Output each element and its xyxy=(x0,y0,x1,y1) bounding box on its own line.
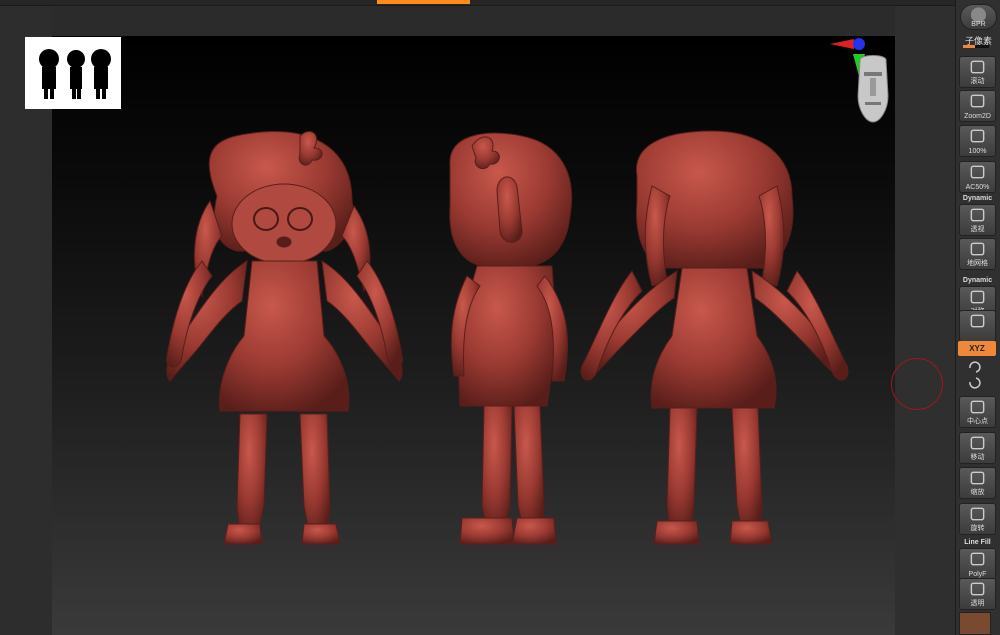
floor-label: 地网格 xyxy=(967,260,988,267)
perspective-button[interactable]: 透视 xyxy=(959,204,996,236)
lock-button[interactable] xyxy=(959,310,996,342)
sculpt-render xyxy=(166,38,889,545)
right-tray xyxy=(895,6,955,635)
center-label: 中心点 xyxy=(967,418,988,425)
polyf-label: PolyF xyxy=(968,571,987,578)
zoom2d-button[interactable]: Zoom2D xyxy=(959,90,996,122)
lock-icon xyxy=(970,314,985,328)
zoom100-icon xyxy=(970,129,985,143)
xyz-label: XYZ xyxy=(969,344,985,353)
top-menu-strip xyxy=(0,0,955,6)
transparent-label: 透明 xyxy=(970,600,985,607)
perspective-icon xyxy=(970,208,985,222)
canvas-viewport[interactable] xyxy=(52,36,895,635)
brush-cursor xyxy=(891,358,943,410)
zoom100-button[interactable]: 100% xyxy=(959,125,996,157)
center-icon xyxy=(970,400,985,414)
transparent-button[interactable]: 透明 xyxy=(959,578,996,610)
shelf-heading-symmetry: Dynamic xyxy=(962,277,993,284)
model-front-view xyxy=(166,131,403,545)
ac50-button[interactable]: AC50% xyxy=(959,161,996,193)
scroll-button[interactable]: 滚动 xyxy=(959,56,996,88)
polyf-button[interactable]: PolyF xyxy=(959,548,996,580)
zbrush-window: BPR 子像素 滚动 Zoom2D 100% AC50% Dynamic 透视 地网格 Dyn… xyxy=(0,0,1000,635)
shelf-heading-polyf: Line Fill xyxy=(964,539,991,546)
transparent-icon xyxy=(970,582,985,596)
scale-label: 缩放 xyxy=(970,489,985,496)
zoom2d-label: Zoom2D xyxy=(964,113,991,120)
rotate-y-icon[interactable] xyxy=(966,360,984,374)
ac50-label: AC50% xyxy=(965,184,990,191)
bpr-button[interactable]: BPR xyxy=(960,4,997,30)
move-icon xyxy=(970,436,985,450)
center-button[interactable]: 中心点 xyxy=(959,396,996,428)
rotate-label: 旋转 xyxy=(970,525,985,532)
scale-button[interactable]: 缩放 xyxy=(959,467,996,499)
model-back-view xyxy=(580,130,849,545)
model-side-view xyxy=(449,132,573,545)
symmetry-icon xyxy=(970,290,985,304)
floor-icon xyxy=(970,242,985,256)
rotate-button[interactable]: 旋转 xyxy=(959,503,996,535)
zoom2d-icon xyxy=(970,94,985,108)
scroll-icon xyxy=(970,60,985,74)
move-button[interactable]: 移动 xyxy=(959,432,996,464)
xyz-symmetry-button[interactable]: XYZ xyxy=(958,341,996,356)
zoom100-label: 100% xyxy=(968,148,987,155)
navigation-head-icon[interactable] xyxy=(857,55,889,123)
polyf-icon xyxy=(970,552,985,566)
bpr-label: BPR xyxy=(971,21,986,28)
ac50-icon xyxy=(970,165,985,179)
subpixel-slider-fill xyxy=(963,45,975,48)
active-tab-indicator[interactable] xyxy=(377,0,470,4)
silhouette-thumbnail xyxy=(25,37,121,109)
perspective-label: 透视 xyxy=(970,226,985,233)
scroll-label: 滚动 xyxy=(970,78,985,85)
scale-icon xyxy=(970,471,985,485)
move-label: 移动 xyxy=(970,454,985,461)
rotate-icon xyxy=(970,507,985,521)
floor-button[interactable]: 地网格 xyxy=(959,238,996,270)
shelf-heading-perspective: Dynamic xyxy=(962,195,993,202)
material-swatch[interactable] xyxy=(959,612,991,635)
rotate-z-icon[interactable] xyxy=(966,376,984,390)
